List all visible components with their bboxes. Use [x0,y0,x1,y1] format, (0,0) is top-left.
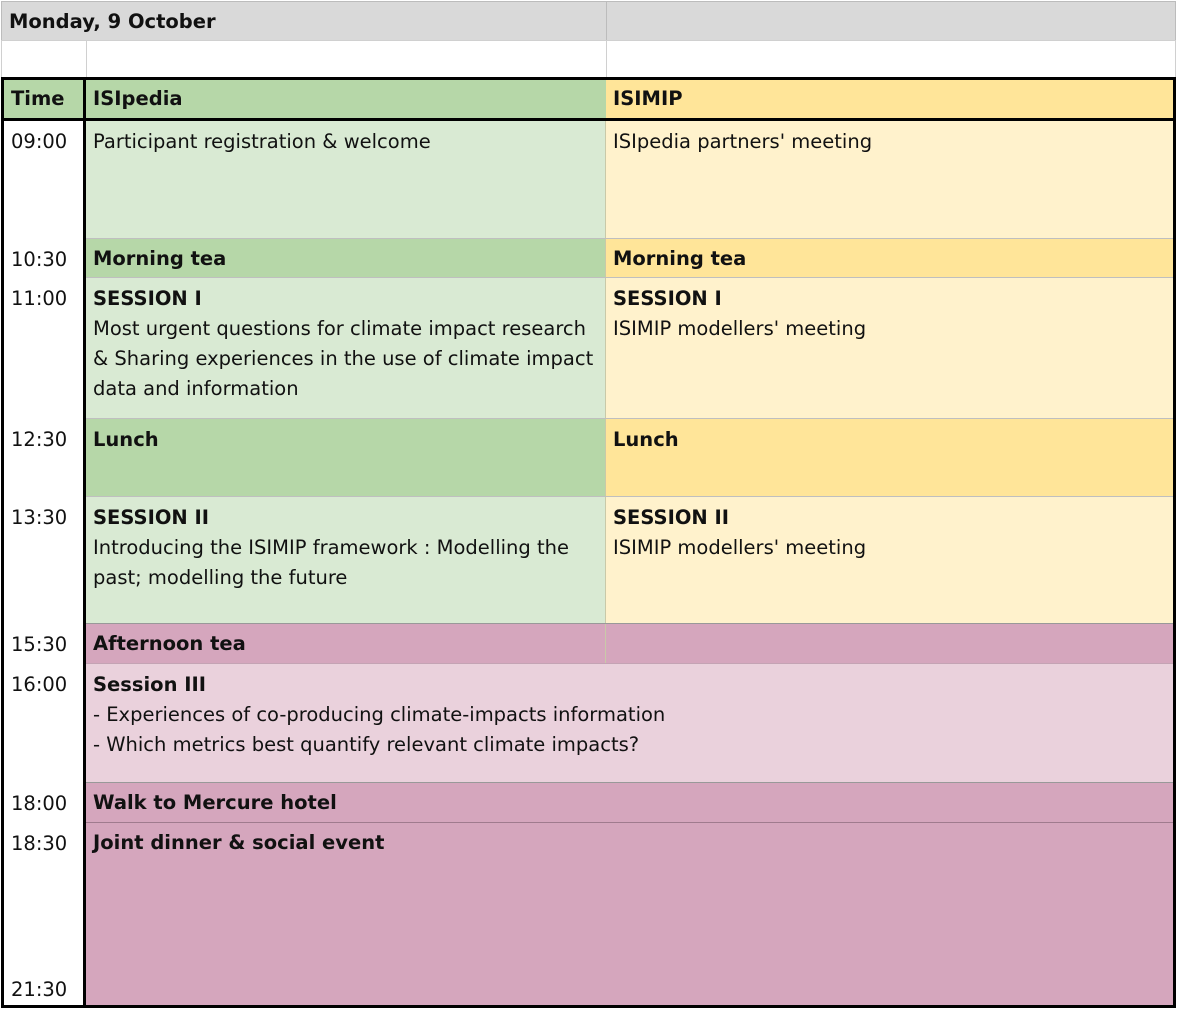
schedule-date-title: Monday, 9 October [1,1,607,41]
time-label: 18:00 [4,783,83,823]
blank-cell [606,40,1176,78]
time-label: 21:30 [4,969,83,1005]
time-label: 11:00 [4,278,83,418]
row-divider [86,238,1174,239]
afternoon-tea-cell: Afternoon tea [86,624,606,664]
row-divider [86,418,1174,419]
time-label: 09:00 [4,121,83,238]
afternoon-tea-blank-cell [606,624,1173,664]
isimip-column-header: ISIMIP [606,80,1173,120]
isipedia-session-2-cell: SESSION II Introducing the ISIMIP framew… [86,497,606,624]
isipedia-morning-tea-cell: Morning tea [86,239,606,278]
time-label: 10:30 [4,239,83,278]
column-divider [605,120,606,664]
time-label: 15:30 [4,624,83,664]
blank-cell [1,40,87,78]
session-3-cell: Session III - Experiences of co-producin… [86,664,1173,783]
session-description-line: data and information [93,377,299,400]
session-description-line: & Sharing experiences in the use of clim… [93,347,594,370]
time-column-border [83,78,86,1008]
isimip-session-1-cell: SESSION I ISIMIP modellers' meeting [606,278,1173,419]
time-label: 18:30 [4,823,83,969]
row-divider [86,822,1174,823]
time-label: 16:00 [4,664,83,783]
session-title: SESSION I [613,287,722,310]
row-divider [86,277,1174,278]
blank-cell [86,40,607,78]
session-title: Session III [93,673,207,696]
session-description-line: ISIMIP modellers' meeting [613,536,867,559]
header-row-border [2,118,1176,121]
isimip-morning-tea-cell: Morning tea [606,239,1173,278]
row-divider [86,782,1174,783]
row-divider [86,623,1174,624]
session-title: SESSION I [93,287,202,310]
isipedia-column-header: ISIpedia [86,80,606,120]
session-description-line: - Experiences of co-producing climate-im… [93,703,666,726]
title-row-blank-cell [606,1,1176,41]
session-description-line: Introducing the ISIMIP framework : Model… [93,536,569,559]
session-description-line: Most urgent questions for climate impact… [93,317,586,340]
isipedia-lunch-cell: Lunch [86,419,606,497]
isimip-session-2-cell: SESSION II ISIMIP modellers' meeting [606,497,1173,624]
time-column-header: Time [4,80,84,120]
joint-dinner-cell: Joint dinner & social event [86,823,1173,1006]
walk-to-hotel-cell: Walk to Mercure hotel [86,783,1173,823]
session-description-line: ISIMIP modellers' meeting [613,317,867,340]
session-description-line: - Which metrics best quantify relevant c… [93,733,640,756]
session-title: SESSION II [93,506,210,529]
isipedia-session-1-cell: SESSION I Most urgent questions for clim… [86,278,606,419]
session-title: SESSION II [613,506,730,529]
session-description-line: past; modelling the future [93,566,348,589]
isimip-lunch-cell: Lunch [606,419,1173,497]
time-label: 12:30 [4,419,83,497]
isimip-partners-meeting-cell: ISIpedia partners' meeting [606,121,1173,239]
isipedia-registration-cell: Participant registration & welcome [86,121,606,239]
row-divider [86,496,1174,497]
row-divider [86,663,1174,664]
time-label: 13:30 [4,497,83,624]
